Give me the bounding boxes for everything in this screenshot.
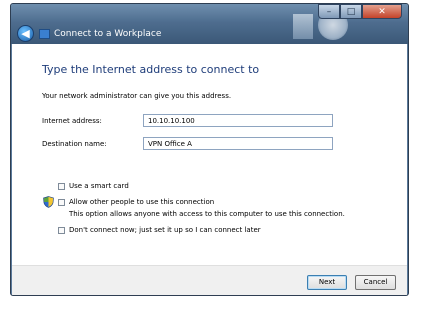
dont-connect-checkbox[interactable] — [58, 227, 65, 234]
internet-address-input[interactable]: 10.10.10.100 — [143, 114, 333, 127]
smart-card-label[interactable]: Use a smart card — [69, 182, 129, 190]
destination-name-input[interactable]: VPN Office A — [143, 137, 333, 150]
wizard-footer: Next Cancel — [12, 265, 407, 295]
dont-connect-label[interactable]: Don't connect now; just set it up so I c… — [69, 226, 261, 234]
minimize-button[interactable]: – — [318, 4, 340, 19]
close-button[interactable]: ✕ — [362, 4, 402, 19]
allow-others-checkbox[interactable] — [58, 199, 65, 206]
network-icon — [39, 29, 50, 39]
next-button[interactable]: Next — [307, 275, 347, 290]
window-controls: – □ ✕ — [318, 4, 402, 19]
allow-others-label[interactable]: Allow other people to use this connectio… — [69, 198, 214, 206]
wizard-content: Type the Internet address to connect to … — [12, 44, 407, 265]
connect-wizard-window: – □ ✕ ◀ Connect to a Workplace Type the … — [10, 3, 409, 296]
instruction-text: Your network administrator can give you … — [42, 92, 232, 100]
allow-others-description: This option allows anyone with access to… — [69, 210, 345, 218]
window-title: Connect to a Workplace — [54, 29, 162, 39]
title-bar[interactable]: – □ ✕ ◀ Connect to a Workplace — [11, 4, 408, 44]
shield-icon — [43, 196, 54, 208]
internet-address-label: Internet address: — [42, 117, 102, 125]
smart-card-checkbox[interactable] — [58, 183, 65, 190]
back-button[interactable]: ◀ — [17, 25, 34, 42]
cancel-button[interactable]: Cancel — [355, 275, 396, 290]
page-heading: Type the Internet address to connect to — [42, 63, 260, 76]
maximize-button[interactable]: □ — [340, 4, 362, 19]
titlebar-decoration — [293, 14, 313, 39]
destination-name-label: Destination name: — [42, 140, 107, 148]
